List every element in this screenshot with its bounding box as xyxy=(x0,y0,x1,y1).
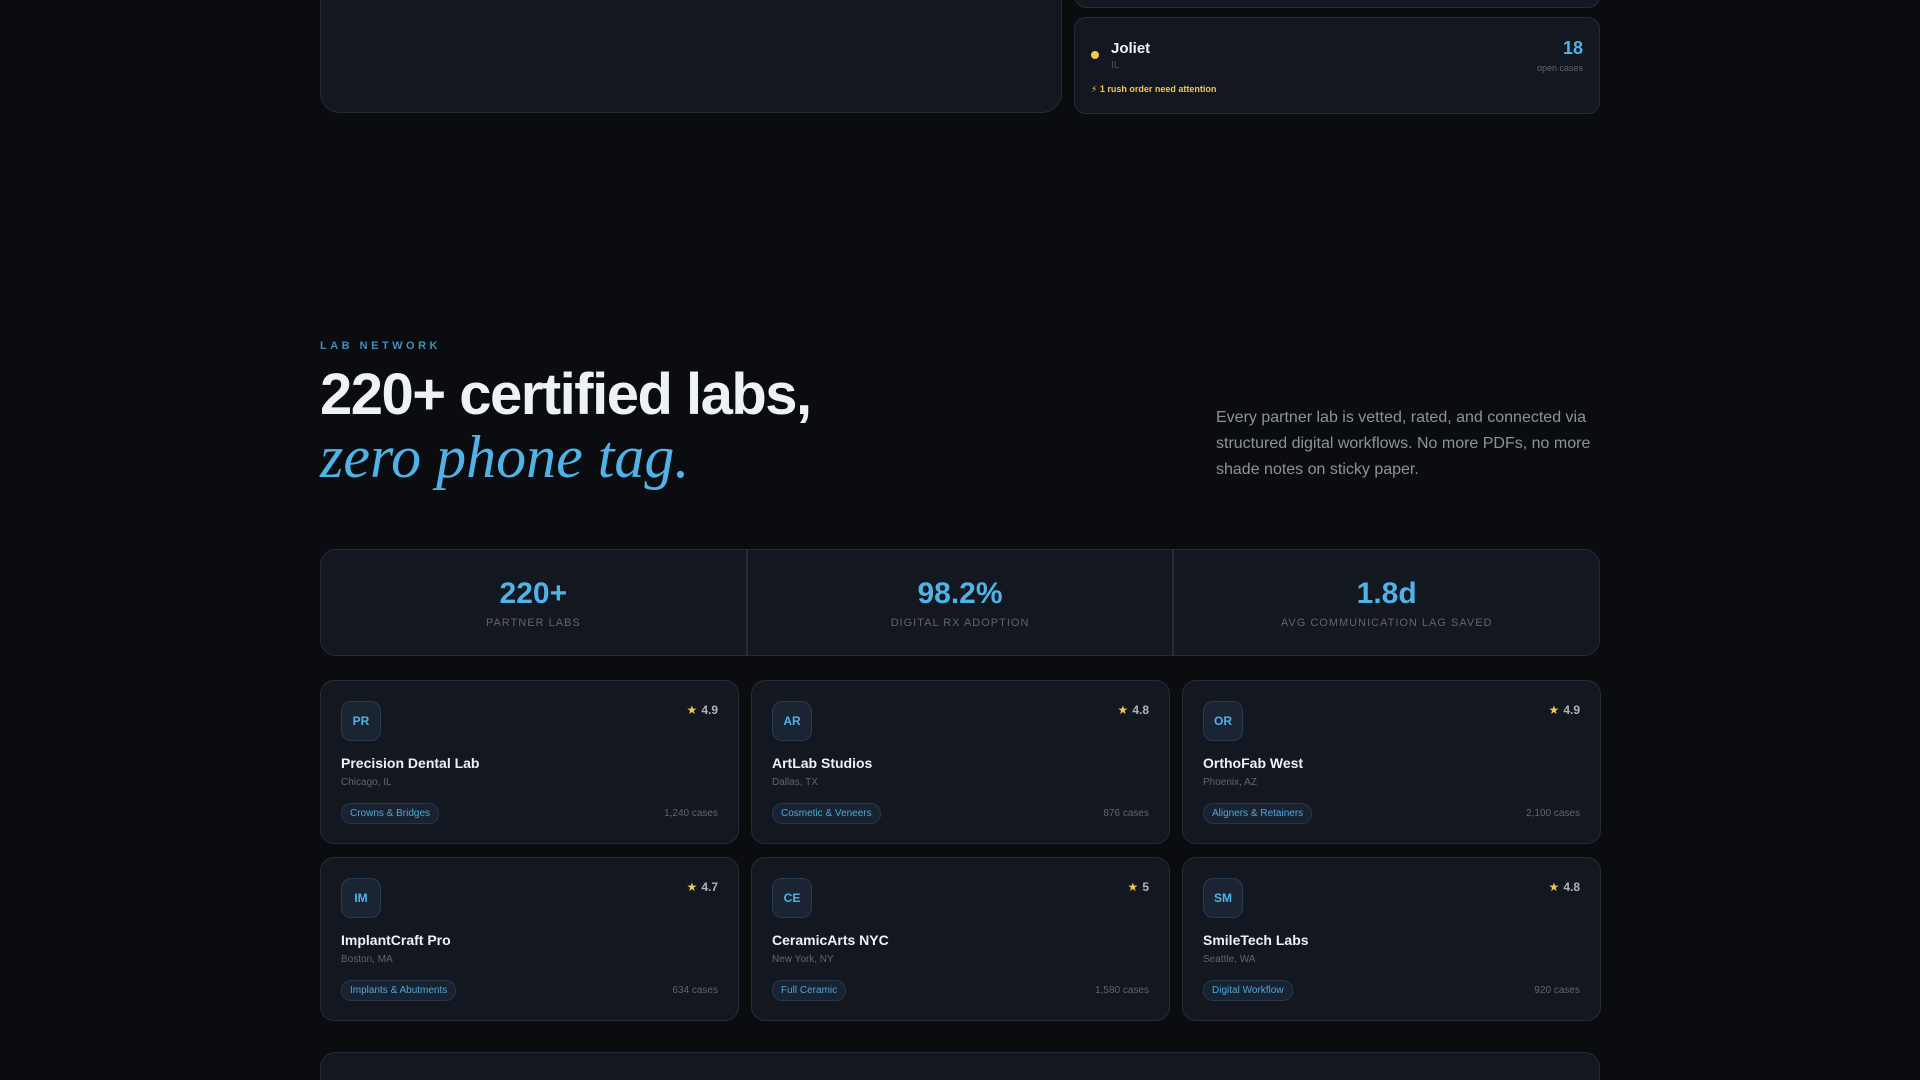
lab-location: Dallas, TX xyxy=(772,777,818,788)
lab-avatar: SM xyxy=(1203,878,1243,918)
lab-case-count: 1,240 cases xyxy=(664,808,718,819)
stat-value: 220+ xyxy=(499,576,568,610)
star-icon: ★ xyxy=(1117,703,1129,717)
lab-rating: ★ 4.9 xyxy=(687,703,718,717)
lab-location: Seattle, WA xyxy=(1203,954,1256,965)
stat-label: PARTNER LABS xyxy=(485,616,581,629)
section-eyebrow: LAB NETWORK xyxy=(320,340,441,352)
lab-name: OrthoFab West xyxy=(1203,755,1304,771)
lab-location: Phoenix, AZ xyxy=(1203,777,1257,788)
rush-order-alert: ⚡ 1 rush order need attention xyxy=(1091,84,1217,94)
lab-location: Boston, MA xyxy=(341,954,393,965)
lab-card-smiletech-labs[interactable]: SM ★ 4.8 SmileTech Labs Seattle, WA Digit… xyxy=(1182,857,1601,1021)
lab-rating: ★ 4.9 xyxy=(1549,703,1580,717)
lab-avatar: AR xyxy=(772,701,812,741)
lab-name: CeramicArts NYC xyxy=(772,932,889,948)
lab-avatar: IM xyxy=(341,878,381,918)
open-cases-count: 18 xyxy=(1562,38,1583,58)
status-dot-icon xyxy=(1091,51,1099,59)
next-section-panel xyxy=(320,1052,1600,1080)
lab-rating-value: 4.8 xyxy=(1563,880,1580,894)
lab-avatar: PR xyxy=(341,701,381,741)
lab-avatar: CE xyxy=(772,878,812,918)
lab-case-count: 920 cases xyxy=(1534,985,1580,996)
lab-name: Precision Dental Lab xyxy=(341,755,480,771)
stat-value: 1.8d xyxy=(1356,576,1417,610)
lab-location: New York, NY xyxy=(772,954,834,965)
lab-case-count: 2,100 cases xyxy=(1526,808,1580,819)
stat-label: AVG COMMUNICATION LAG SAVED xyxy=(1280,616,1493,629)
star-icon: ★ xyxy=(1548,880,1560,894)
stat-partner-labs: 220+ PARTNER LABS xyxy=(321,550,748,655)
stat-digital-rx-adoption: 98.2% DIGITAL RX ADOPTION xyxy=(748,550,1175,655)
map-panel xyxy=(320,0,1062,113)
lab-rating-value: 4.8 xyxy=(1132,703,1149,717)
lab-avatar: OR xyxy=(1203,701,1243,741)
lab-location: Chicago, IL xyxy=(341,777,392,788)
lab-rating-value: 4.9 xyxy=(701,703,718,717)
city-card-joliet[interactable]: Joliet IL 18 open cases ⚡ 1 rush order n… xyxy=(1074,17,1600,114)
lab-case-count: 634 cases xyxy=(672,985,718,996)
lab-rating-value: 5 xyxy=(1142,880,1149,894)
section-headline-italic: zero phone tag. xyxy=(320,424,690,490)
lab-card-orthofab-west[interactable]: OR ★ 4.9 OrthoFab West Phoenix, AZ Aligne… xyxy=(1182,680,1601,844)
lab-specialty-tag: Digital Workflow xyxy=(1203,980,1293,1001)
lab-card-implantcraft-pro[interactable]: IM ★ 4.7 ImplantCraft Pro Boston, MA Impl… xyxy=(320,857,739,1021)
star-icon: ★ xyxy=(1548,703,1560,717)
lab-rating: ★ 4.8 xyxy=(1549,880,1580,894)
stat-communication-lag: 1.8d AVG COMMUNICATION LAG SAVED xyxy=(1174,550,1599,655)
lab-card-precision-dental-lab[interactable]: PR ★ 4.9 Precision Dental Lab Chicago, IL… xyxy=(320,680,739,844)
lab-specialty-tag: Full Ceramic xyxy=(772,980,847,1001)
lab-specialty-tag: Cosmetic & Veneers xyxy=(772,803,881,824)
star-icon: ★ xyxy=(1127,880,1139,894)
city-card-previous[interactable] xyxy=(1074,0,1600,8)
star-icon: ★ xyxy=(686,880,698,894)
lab-rating-value: 4.9 xyxy=(1563,703,1580,717)
lab-specialty-tag: Crowns & Bridges xyxy=(341,803,440,824)
lab-name: SmileTech Labs xyxy=(1203,932,1309,948)
city-name: Joliet xyxy=(1111,40,1151,57)
lab-specialty-tag: Aligners & Retainers xyxy=(1203,803,1313,824)
lab-specialty-tag: Implants & Abutments xyxy=(341,980,457,1001)
lab-rating: ★ 5 xyxy=(1128,880,1149,894)
lab-name: ArtLab Studios xyxy=(772,755,873,771)
lab-case-count: 1,580 cases xyxy=(1095,985,1149,996)
lab-name: ImplantCraft Pro xyxy=(341,932,451,948)
stat-label: DIGITAL RX ADOPTION xyxy=(890,616,1030,629)
stat-value: 98.2% xyxy=(917,576,1003,610)
lab-rating: ★ 4.7 xyxy=(687,880,718,894)
lab-case-count: 876 cases xyxy=(1103,808,1149,819)
lab-card-ceramicarts-nyc[interactable]: CE ★ 5 CeramicArts NYC New York, NY Full … xyxy=(751,857,1170,1021)
lab-rating-value: 4.7 xyxy=(701,880,718,894)
open-cases-label: open cases xyxy=(1536,63,1583,73)
star-icon: ★ xyxy=(686,703,698,717)
stats-bar: 220+ PARTNER LABS 98.2% DIGITAL RX ADOPT… xyxy=(320,549,1600,656)
lab-grid: PR ★ 4.9 Precision Dental Lab Chicago, IL… xyxy=(320,680,1601,1021)
section-intro: Every partner lab is vetted, rated, and … xyxy=(1216,409,1591,478)
lab-rating: ★ 4.8 xyxy=(1118,703,1149,717)
lab-card-artlab-studios[interactable]: AR ★ 4.8 ArtLab Studios Dallas, TX Cosmet… xyxy=(751,680,1170,844)
city-state: IL xyxy=(1111,60,1120,71)
